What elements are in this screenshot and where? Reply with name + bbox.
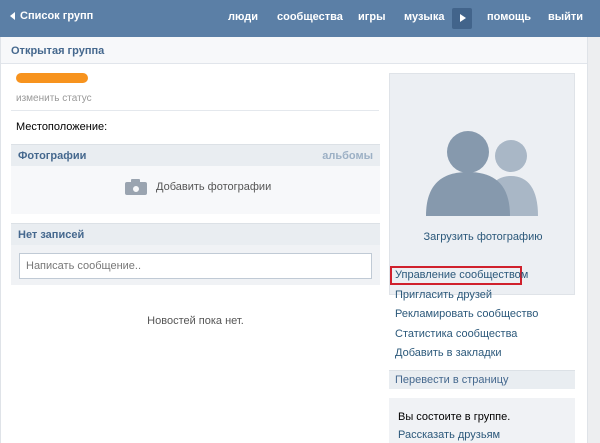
membership-status: Вы состоите в группе.	[398, 411, 511, 423]
nav-music[interactable]: музыка	[404, 11, 444, 23]
top-navigation-bar: Список групп люди сообщества игры музыка…	[0, 0, 600, 37]
play-icon	[460, 14, 466, 22]
invite-friends-link[interactable]: Пригласить друзей	[395, 289, 492, 301]
camera-icon	[125, 179, 147, 195]
nav-communities[interactable]: сообщества	[277, 11, 343, 23]
photos-block-body: Добавить фотографии	[11, 166, 380, 214]
manage-community-link[interactable]: Управление сообществом	[395, 269, 528, 281]
nav-people[interactable]: люди	[228, 11, 258, 23]
chevron-left-icon	[10, 12, 15, 20]
convert-to-page-button[interactable]: Перевести в страницу	[389, 370, 575, 389]
group-page-card: Открытая группа изменить статус Местопол…	[0, 37, 588, 443]
tell-friends-link[interactable]: Рассказать друзьям	[398, 429, 500, 441]
no-news-text: Новостей пока нет.	[147, 315, 244, 327]
posts-block-body	[11, 245, 380, 285]
add-photos-label: Добавить фотографии	[156, 181, 272, 193]
add-bookmark-link[interactable]: Добавить в закладки	[395, 347, 502, 359]
player-play-button[interactable]	[452, 8, 472, 29]
add-photos-button[interactable]: Добавить фотографии	[125, 179, 271, 195]
community-stats-link[interactable]: Статистика сообщества	[395, 328, 517, 340]
write-message-input[interactable]	[19, 253, 372, 279]
posts-title: Нет записей	[18, 229, 85, 241]
group-list-back-link[interactable]: Список групп	[10, 10, 93, 22]
group-list-label: Список групп	[20, 10, 94, 22]
albums-link[interactable]: альбомы	[322, 150, 373, 162]
change-status-link[interactable]: изменить статус	[16, 93, 92, 104]
page-title: Открытая группа	[11, 45, 105, 57]
location-label: Местоположение:	[16, 121, 108, 133]
nav-logout[interactable]: выйти	[548, 11, 583, 23]
nav-help[interactable]: помощь	[487, 11, 531, 23]
group-avatar-placeholder[interactable]: Загрузить фотографию	[389, 73, 575, 295]
membership-box: Вы состоите в группе. Рассказать друзьям	[389, 398, 575, 443]
photos-block-header: Фотографии альбомы	[11, 144, 380, 166]
page-header: Открытая группа	[1, 37, 587, 64]
photos-title[interactable]: Фотографии	[18, 150, 86, 162]
advertise-community-link[interactable]: Рекламировать сообщество	[395, 308, 538, 320]
divider	[11, 110, 379, 111]
redacted-group-name	[16, 73, 88, 83]
posts-block-header: Нет записей	[11, 223, 380, 245]
upload-photo-link[interactable]: Загрузить фотографию	[390, 231, 576, 243]
nav-games[interactable]: игры	[358, 11, 385, 23]
group-silhouette-icon	[426, 131, 538, 216]
convert-to-page-label: Перевести в страницу	[395, 374, 509, 386]
